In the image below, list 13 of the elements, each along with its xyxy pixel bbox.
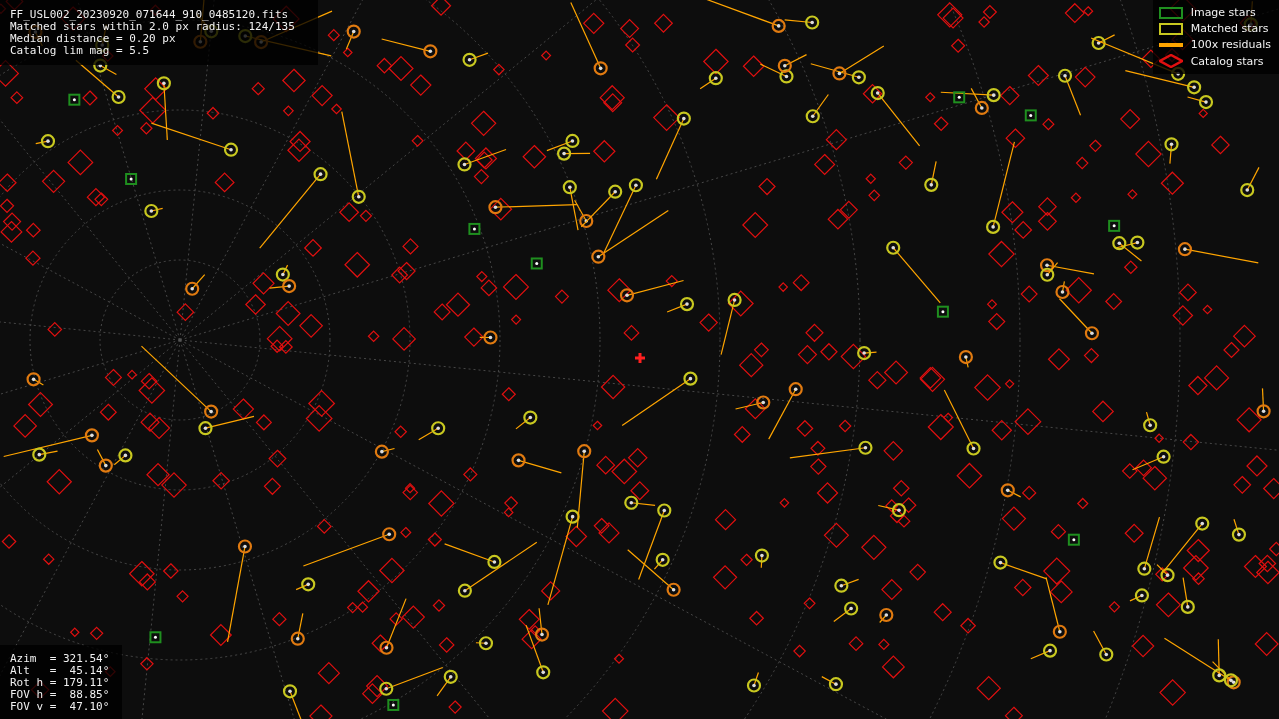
legend-label: 100x residuals: [1190, 38, 1271, 51]
pointing-text: FOV h = 88.85°: [10, 689, 111, 701]
pointing-text: FOV v = 47.10°: [10, 701, 111, 713]
legend-label: Catalog stars: [1190, 54, 1264, 68]
pointing-text: Alt = 45.14°: [10, 665, 111, 677]
pointing-text: Azim = 321.54°: [10, 653, 111, 665]
info-text: FF_USL002_20230920_071644_910_0485120.fits: [10, 9, 290, 21]
info-text: Median distance = 0.20 px: [10, 33, 177, 45]
pointing-text: Rot h = 179.11°: [10, 677, 111, 689]
legend-label: Image stars: [1190, 6, 1256, 19]
info-text: Catalog lim mag = 5.5: [10, 45, 151, 57]
info-text: Matched stars within 2.0 px radius: 124/135: [10, 21, 296, 33]
legend-label: Matched stars: [1190, 22, 1269, 35]
